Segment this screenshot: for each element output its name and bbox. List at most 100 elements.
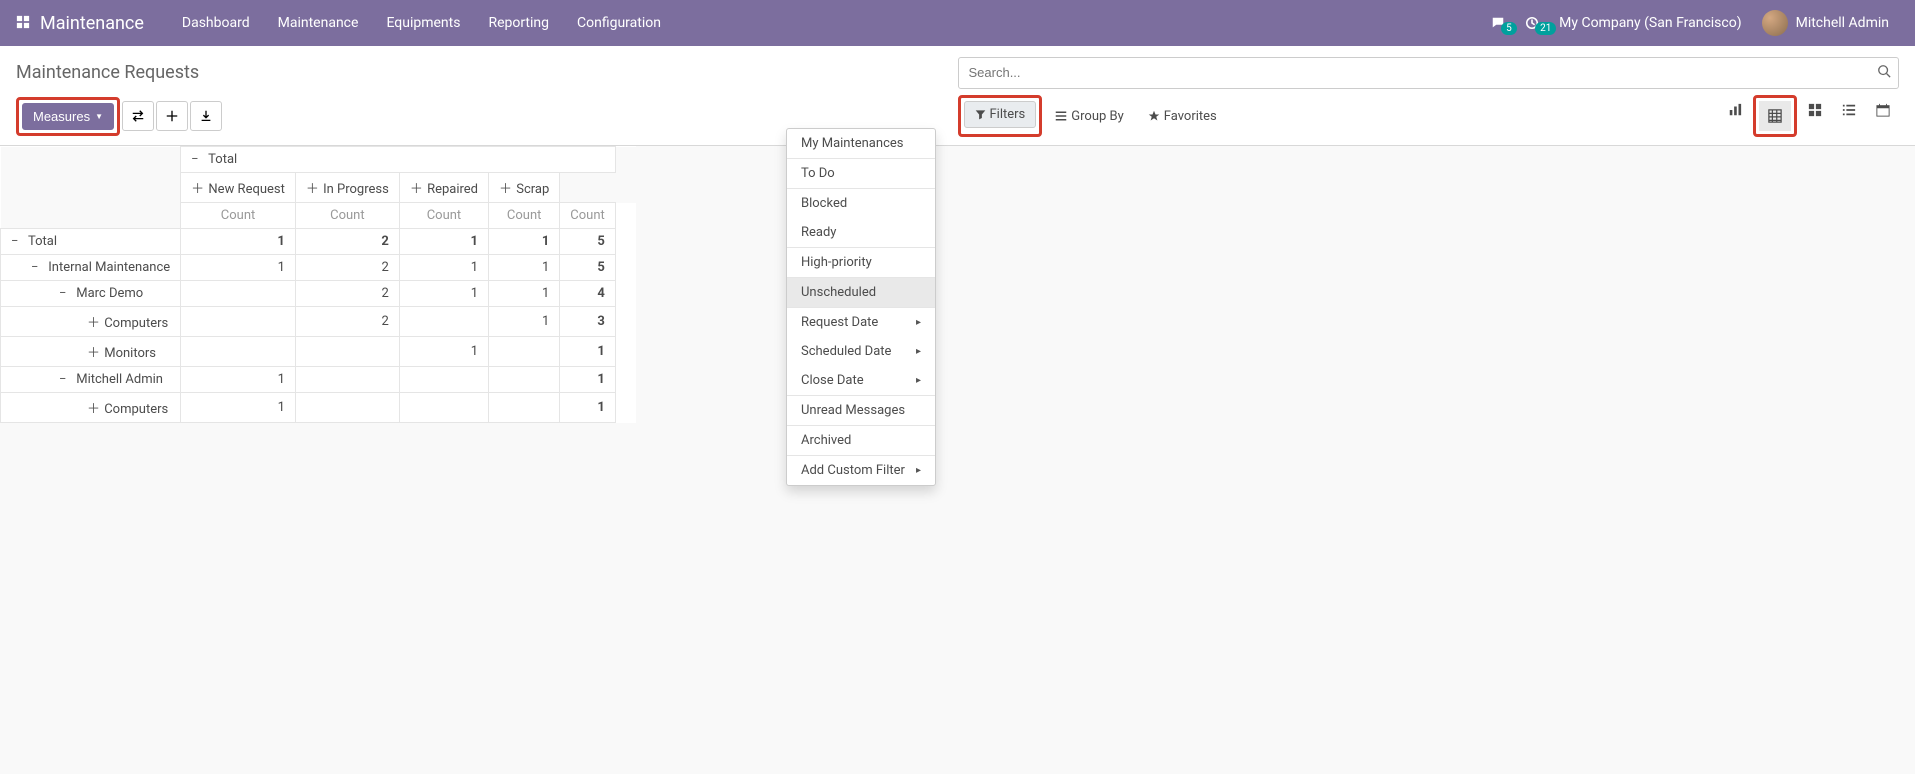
plus-icon: ＋ (87, 342, 101, 361)
cell: 2 (295, 229, 399, 255)
count-header: Count (181, 203, 296, 229)
count-header: Count (295, 203, 399, 229)
pivot-table: − Total ＋ New Request＋ In Progress＋ Repa… (0, 146, 636, 423)
filter-option[interactable]: To Do (787, 159, 935, 188)
filter-option[interactable]: High-priority (787, 248, 935, 277)
avatar (1762, 10, 1788, 36)
row-header[interactable]: ＋ Monitors (1, 337, 181, 367)
table-row: ＋ Computers 2 13 (1, 307, 636, 337)
user-menu[interactable]: Mitchell Admin (1752, 10, 1899, 36)
control-panel: Maintenance Requests Measures ▼ (0, 46, 1915, 146)
cell (181, 307, 296, 337)
filter-option-label: High-priority (801, 255, 872, 270)
measures-button[interactable]: Measures ▼ (22, 103, 114, 130)
cell: 1 (560, 337, 615, 367)
cell (399, 393, 488, 423)
download-button[interactable] (190, 101, 222, 131)
cell: 1 (560, 367, 615, 393)
cell: 1 (399, 337, 488, 367)
col-header[interactable]: ＋ Scrap (489, 173, 560, 203)
nav-dashboard[interactable]: Dashboard (168, 0, 264, 46)
cell: 4 (560, 281, 615, 307)
table-row: ＋ Computers11 (1, 393, 636, 423)
nav-reporting[interactable]: Reporting (474, 0, 563, 46)
row-header[interactable]: − Mitchell Admin (1, 367, 181, 393)
row-header[interactable]: ＋ Computers (1, 393, 181, 423)
col-header[interactable]: ＋ Repaired (399, 173, 488, 203)
expand-button[interactable] (156, 101, 188, 131)
col-total-header[interactable]: − Total (181, 147, 616, 173)
cell: 1 (181, 367, 296, 393)
filter-option[interactable]: Unscheduled (787, 278, 935, 307)
cell: 1 (489, 281, 560, 307)
plus-icon: ＋ (191, 178, 205, 197)
favorites-button[interactable]: Favorites (1137, 95, 1228, 137)
calendar-view-button[interactable] (1867, 95, 1899, 125)
filter-option-label: Ready (801, 225, 836, 240)
search-icon[interactable] (1877, 64, 1891, 82)
cell: 5 (560, 255, 615, 281)
cell: 3 (560, 307, 615, 337)
plus-icon: ＋ (410, 178, 424, 197)
cell (181, 281, 296, 307)
cell: 1 (399, 255, 488, 281)
nav-equipments[interactable]: Equipments (372, 0, 474, 46)
plus-icon: ＋ (306, 178, 320, 197)
filter-option[interactable]: Close Date▸ (787, 366, 935, 395)
filter-option[interactable]: Ready (787, 218, 935, 247)
user-name: Mitchell Admin (1796, 15, 1889, 31)
count-header: Count (399, 203, 488, 229)
chevron-right-icon: ▸ (916, 346, 921, 357)
cell (295, 367, 399, 393)
list-view-button[interactable] (1833, 95, 1865, 125)
cell: 2 (295, 307, 399, 337)
flip-axis-button[interactable] (122, 101, 154, 131)
table-row: ＋ Monitors 1 1 (1, 337, 636, 367)
favorites-label: Favorites (1164, 109, 1217, 124)
filter-option-label: Unscheduled (801, 285, 876, 300)
col-header[interactable]: ＋ In Progress (295, 173, 399, 203)
activity-button[interactable]: 21 (1515, 16, 1549, 30)
kanban-view-button[interactable] (1799, 95, 1831, 125)
filters-dropdown: My Maintenances To DoBlocked Ready High-pri… (786, 128, 936, 486)
filter-option[interactable]: My Maintenances (787, 129, 935, 158)
filter-option-label: Close Date (801, 373, 864, 388)
filter-option[interactable]: Unread Messages (787, 396, 935, 425)
group-by-button[interactable]: Group By (1044, 95, 1135, 137)
row-header[interactable]: − Internal Maintenance (1, 255, 181, 281)
search-input[interactable] (958, 57, 1900, 89)
filter-option-label: Request Date (801, 315, 878, 330)
cell: 2 (295, 281, 399, 307)
chevron-right-icon: ▸ (916, 465, 921, 476)
row-header[interactable]: − Marc Demo (1, 281, 181, 307)
filter-option[interactable]: Request Date▸ (787, 308, 935, 337)
graph-view-button[interactable] (1719, 95, 1751, 125)
minus-icon: − (191, 152, 205, 167)
filter-option[interactable]: Scheduled Date▸ (787, 337, 935, 366)
cell (399, 307, 488, 337)
apps-icon[interactable] (16, 13, 30, 34)
chat-button[interactable]: 5 (1481, 16, 1515, 30)
col-header[interactable]: ＋ New Request (181, 173, 296, 203)
pivot-view-button[interactable] (1759, 101, 1791, 131)
cell: 1 (399, 229, 488, 255)
filter-option-label: My Maintenances (801, 136, 903, 151)
row-header[interactable]: ＋ Computers (1, 307, 181, 337)
company-switcher[interactable]: My Company (San Francisco) (1549, 15, 1751, 31)
cell: 1 (399, 281, 488, 307)
cell: 1 (489, 307, 560, 337)
cell (489, 393, 560, 423)
table-row: − Internal Maintenance12115 (1, 255, 636, 281)
nav-configuration[interactable]: Configuration (563, 0, 675, 46)
count-header: Count (560, 203, 615, 229)
nav-maintenance[interactable]: Maintenance (264, 0, 373, 46)
filter-option[interactable]: Blocked (787, 189, 935, 218)
app-brand[interactable]: Maintenance (40, 13, 144, 34)
cell: 2 (295, 255, 399, 281)
filters-button[interactable]: Filters (964, 101, 1037, 128)
row-header[interactable]: − Total (1, 229, 181, 255)
filter-option[interactable]: Add Custom Filter▸ (787, 456, 935, 485)
filter-option[interactable]: Archived (787, 426, 935, 455)
table-row: − Marc Demo2114 (1, 281, 636, 307)
table-row: − Mitchell Admin11 (1, 367, 636, 393)
